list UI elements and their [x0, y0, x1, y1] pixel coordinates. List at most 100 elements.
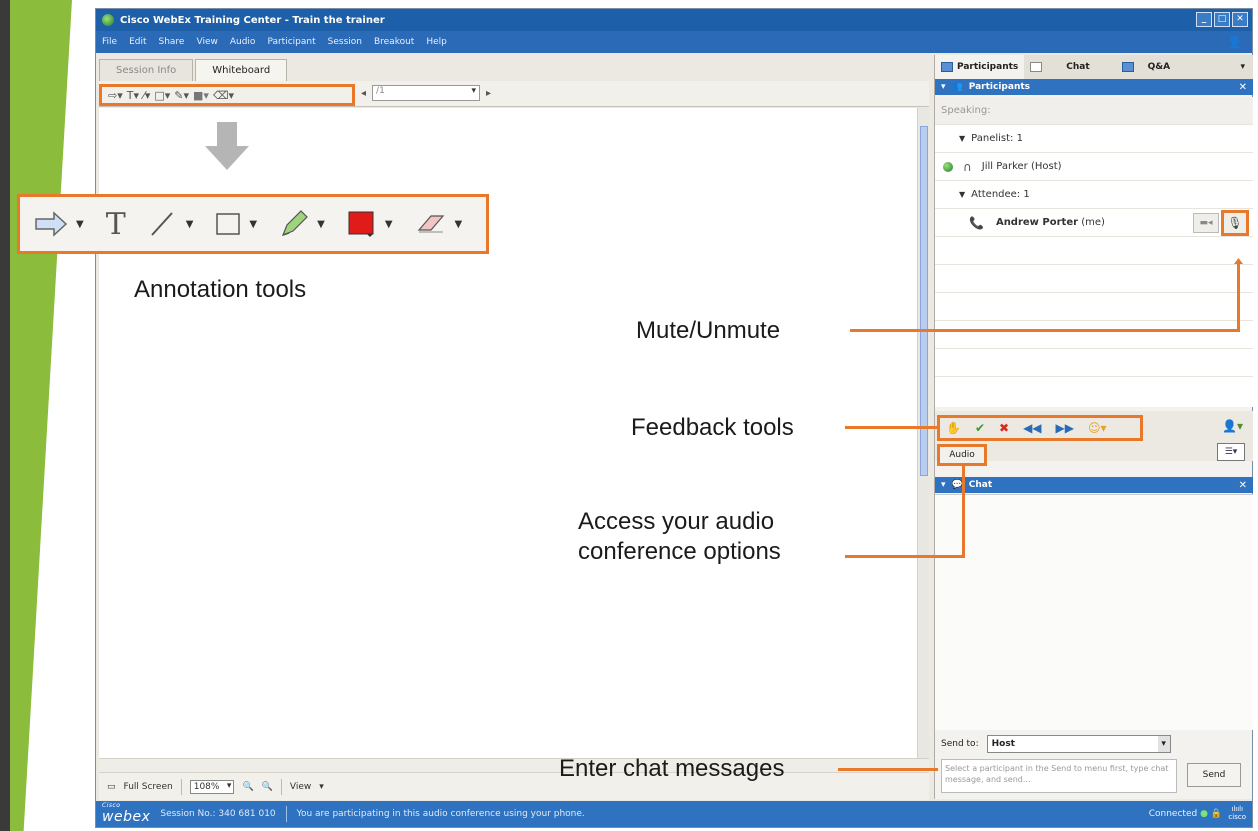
eraser-tool-icon[interactable]: ⌫▾: [213, 89, 234, 102]
participants-header-label: Participants: [968, 82, 1031, 92]
logo-text: webex: [102, 809, 151, 825]
close-panel-icon[interactable]: ✕: [1239, 480, 1247, 491]
slide-dark-strip: [0, 0, 10, 831]
audio-button[interactable]: Audio: [937, 444, 987, 466]
zoom-out-icon[interactable]: 🔍: [262, 782, 273, 792]
people-icon: 👥: [951, 82, 963, 92]
down-arrow-icon: [205, 122, 249, 170]
participant-row[interactable]: ∩ Jill Parker (Host): [935, 153, 1253, 181]
whiteboard-horizontal-scrollbar[interactable]: [99, 758, 929, 772]
participants-tab-icon: [941, 62, 953, 72]
view-dropdown-icon[interactable]: ▾: [319, 782, 324, 792]
menu-breakout[interactable]: Breakout: [374, 37, 414, 47]
no-icon[interactable]: ✖: [999, 421, 1009, 435]
tab-participants[interactable]: Participants: [935, 55, 1025, 79]
status-bar: Cisco webex Session No.: 340 681 010 You…: [96, 801, 1252, 827]
chat-header-label: Chat: [968, 480, 993, 490]
page-select[interactable]: /1: [372, 85, 481, 101]
menu-audio[interactable]: Audio: [230, 37, 256, 47]
slide-green-strip: [10, 0, 72, 831]
attendee-name: Andrew Porter: [995, 217, 1079, 228]
close-panel-icon[interactable]: ✕: [1239, 82, 1247, 93]
menu-view[interactable]: View: [196, 37, 217, 47]
highlighter-icon: [282, 210, 308, 237]
tab-chat[interactable]: Chat: [1024, 55, 1115, 79]
video-icon[interactable]: ▬◂: [1193, 212, 1219, 233]
arrow-dropdown-icon: ▼: [76, 218, 84, 230]
zoom-in-icon[interactable]: 🔍: [242, 782, 253, 792]
next-page-icon[interactable]: ▸: [486, 88, 491, 99]
connection-icon: ● 🔒: [1200, 809, 1222, 819]
empty-row: [935, 321, 1253, 349]
highlighter-tool-icon[interactable]: ✎▾: [174, 89, 189, 102]
chat-callout-line: [838, 768, 938, 771]
attendee-group[interactable]: ▼ Attendee: 1: [935, 181, 1253, 209]
menu-share[interactable]: Share: [159, 37, 185, 47]
send-to-row: Send to: Host: [935, 731, 1253, 757]
text-tool-icon[interactable]: T▾: [127, 89, 139, 102]
whiteboard-toolbar: ⇨▾ T▾ ⁄▾ □▾ ✎▾ ■▾ ⌫▾ ◂ /1 ▸: [99, 81, 929, 107]
minimize-icon[interactable]: _: [1196, 12, 1212, 27]
menu-help[interactable]: Help: [426, 37, 447, 47]
person-icon[interactable]: 👤: [1227, 35, 1242, 49]
highlighter-dropdown-icon: ▼: [317, 218, 325, 230]
menu-edit[interactable]: Edit: [129, 37, 146, 47]
send-to-select[interactable]: Host: [986, 735, 1171, 753]
collapse-icon[interactable]: ▾: [941, 480, 946, 490]
zoom-select[interactable]: 108%: [189, 779, 235, 794]
chat-header: ▾ 💬 Chat ✕: [935, 477, 1253, 493]
full-screen-icon[interactable]: ▭: [107, 782, 116, 792]
maximize-icon[interactable]: □: [1214, 12, 1230, 27]
whiteboard-canvas[interactable]: ▼ T ▼ ▼ ▼ ▼ ▼ Annotation tools: [17, 108, 917, 758]
tab-qa[interactable]: Q&A: [1116, 55, 1186, 79]
whiteboard-statusbar: ▭ Full Screen 108% 🔍 🔍 View ▾: [99, 772, 929, 800]
whiteboard-vertical-scrollbar[interactable]: [917, 108, 929, 758]
yes-icon[interactable]: ✔: [975, 421, 985, 435]
tab-participants-label: Participants: [957, 62, 1019, 72]
tab-chat-label: Chat: [1066, 62, 1090, 72]
scroll-thumb[interactable]: [920, 126, 928, 476]
empty-row: [935, 293, 1253, 321]
tab-whiteboard[interactable]: Whiteboard: [195, 59, 288, 81]
webex-logo: Cisco webex: [102, 803, 151, 826]
go-faster-icon[interactable]: ▶▶: [1056, 421, 1074, 435]
send-to-label: Send to:: [941, 739, 979, 749]
expand-icon[interactable]: ▼: [959, 134, 965, 143]
send-button[interactable]: Send: [1187, 763, 1241, 787]
title-bar: Cisco WebEx Training Center - Train the …: [96, 9, 1252, 31]
panelist-group[interactable]: ▼ Panelist: 1: [935, 125, 1253, 153]
rectangle-tool-icon[interactable]: □▾: [154, 89, 170, 102]
menu-session[interactable]: Session: [328, 37, 362, 47]
page-navigation: ◂ /1 ▸: [361, 85, 491, 101]
arrow-tool-icon[interactable]: ⇨▾: [108, 89, 123, 102]
mute-button[interactable]: 🎙: [1221, 209, 1249, 236]
chat-input[interactable]: Select a participant in the Send to menu…: [941, 759, 1177, 793]
collapse-icon[interactable]: ▾: [941, 82, 946, 92]
tab-session-info[interactable]: Session Info: [99, 59, 194, 81]
panel-tabs: Participants Chat Q&A ▾: [935, 55, 1253, 79]
speaking-row: Speaking:: [935, 97, 1253, 125]
menu-file[interactable]: File: [102, 37, 117, 47]
go-slower-icon[interactable]: ◀◀: [1023, 421, 1041, 435]
color-tool-icon[interactable]: ■▾: [193, 89, 209, 102]
window-title: Cisco WebEx Training Center - Train the …: [120, 14, 385, 26]
line-tool-icon[interactable]: ⁄▾: [143, 89, 150, 102]
full-screen-button[interactable]: Full Screen: [124, 782, 173, 792]
raise-hand-icon[interactable]: ✋: [946, 421, 961, 435]
menu-participant[interactable]: Participant: [267, 37, 315, 47]
expand-icon[interactable]: ▼: [959, 190, 965, 199]
emoticon-icon[interactable]: ☺▾: [1088, 421, 1107, 435]
close-icon[interactable]: ✕: [1232, 12, 1248, 27]
mute-callout: Mute/Unmute: [636, 317, 781, 344]
panel-options-icon[interactable]: ☰▾: [1217, 443, 1245, 461]
prev-page-icon[interactable]: ◂: [361, 88, 366, 99]
panels: Participants Chat Q&A ▾ ▾ 👥 Participants…: [934, 55, 1253, 799]
participants-header: ▾ 👥 Participants ✕: [935, 79, 1253, 95]
panel-menu-icon[interactable]: ▾: [1240, 62, 1253, 72]
participant-row[interactable]: 📞 Andrew Porter (me) ▬◂ 🎙: [935, 209, 1253, 237]
window-controls: _ □ ✕: [1196, 12, 1248, 27]
assign-privileges-icon[interactable]: 👤▾: [1222, 419, 1243, 433]
audio-callout-line1: Access your audio: [578, 508, 775, 535]
view-button[interactable]: View: [290, 782, 311, 792]
participant-name: Andrew Porter (me): [996, 217, 1105, 228]
